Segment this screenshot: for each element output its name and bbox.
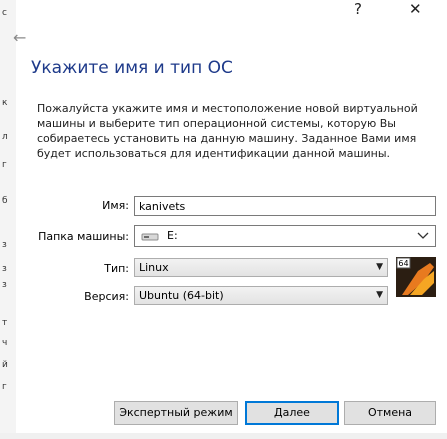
strip-char: з <box>2 264 7 274</box>
strip-char: г <box>2 382 7 392</box>
name-input[interactable] <box>134 196 436 216</box>
dropdown-arrow-icon: ▼ <box>376 290 383 300</box>
page-description: Пожалуйста укажите имя и местоположение … <box>37 102 418 160</box>
strip-char: ч <box>2 338 8 348</box>
strip-char: й <box>2 360 8 370</box>
next-button[interactable]: Далее <box>245 401 339 425</box>
page-title: Укажите имя и тип ОС <box>31 58 233 78</box>
folder-combobox[interactable]: E: <box>134 225 436 247</box>
type-label: Тип: <box>104 262 129 275</box>
version-select[interactable]: Ubuntu (64-bit) ▼ <box>134 286 388 305</box>
os-64-badge: 64 <box>398 259 408 268</box>
help-button[interactable]: ? <box>354 1 362 17</box>
version-label: Версия: <box>84 290 129 303</box>
name-label: Имя: <box>102 199 129 212</box>
chevron-down-icon <box>417 232 429 239</box>
strip-char: б <box>2 196 8 206</box>
strip-char: т <box>2 318 8 328</box>
back-arrow-icon[interactable]: ← <box>13 28 26 47</box>
ubuntu-os-icon: 64 <box>396 257 436 297</box>
expert-mode-button[interactable]: Экспертный режим <box>114 401 238 425</box>
folder-label: Папка машины: <box>38 230 129 243</box>
close-button[interactable]: ✕ <box>409 1 422 17</box>
strip-char: к <box>2 98 8 108</box>
strip-char: г <box>2 160 7 170</box>
strip-char: л <box>2 132 8 142</box>
strip-char: с <box>2 8 7 18</box>
strip-char: з <box>2 240 7 250</box>
type-select[interactable]: Linux ▼ <box>134 258 388 277</box>
dropdown-arrow-icon: ▼ <box>376 262 383 272</box>
folder-value: E: <box>167 229 178 242</box>
bottom-edge <box>0 433 447 439</box>
type-value: Linux <box>139 261 169 274</box>
background-window-strip: с к л г б з з з т ч й г <box>0 0 16 439</box>
drive-icon <box>141 233 159 241</box>
cancel-button[interactable]: Отмена <box>344 401 436 425</box>
strip-char: з <box>2 280 7 290</box>
version-value: Ubuntu (64-bit) <box>139 289 224 302</box>
